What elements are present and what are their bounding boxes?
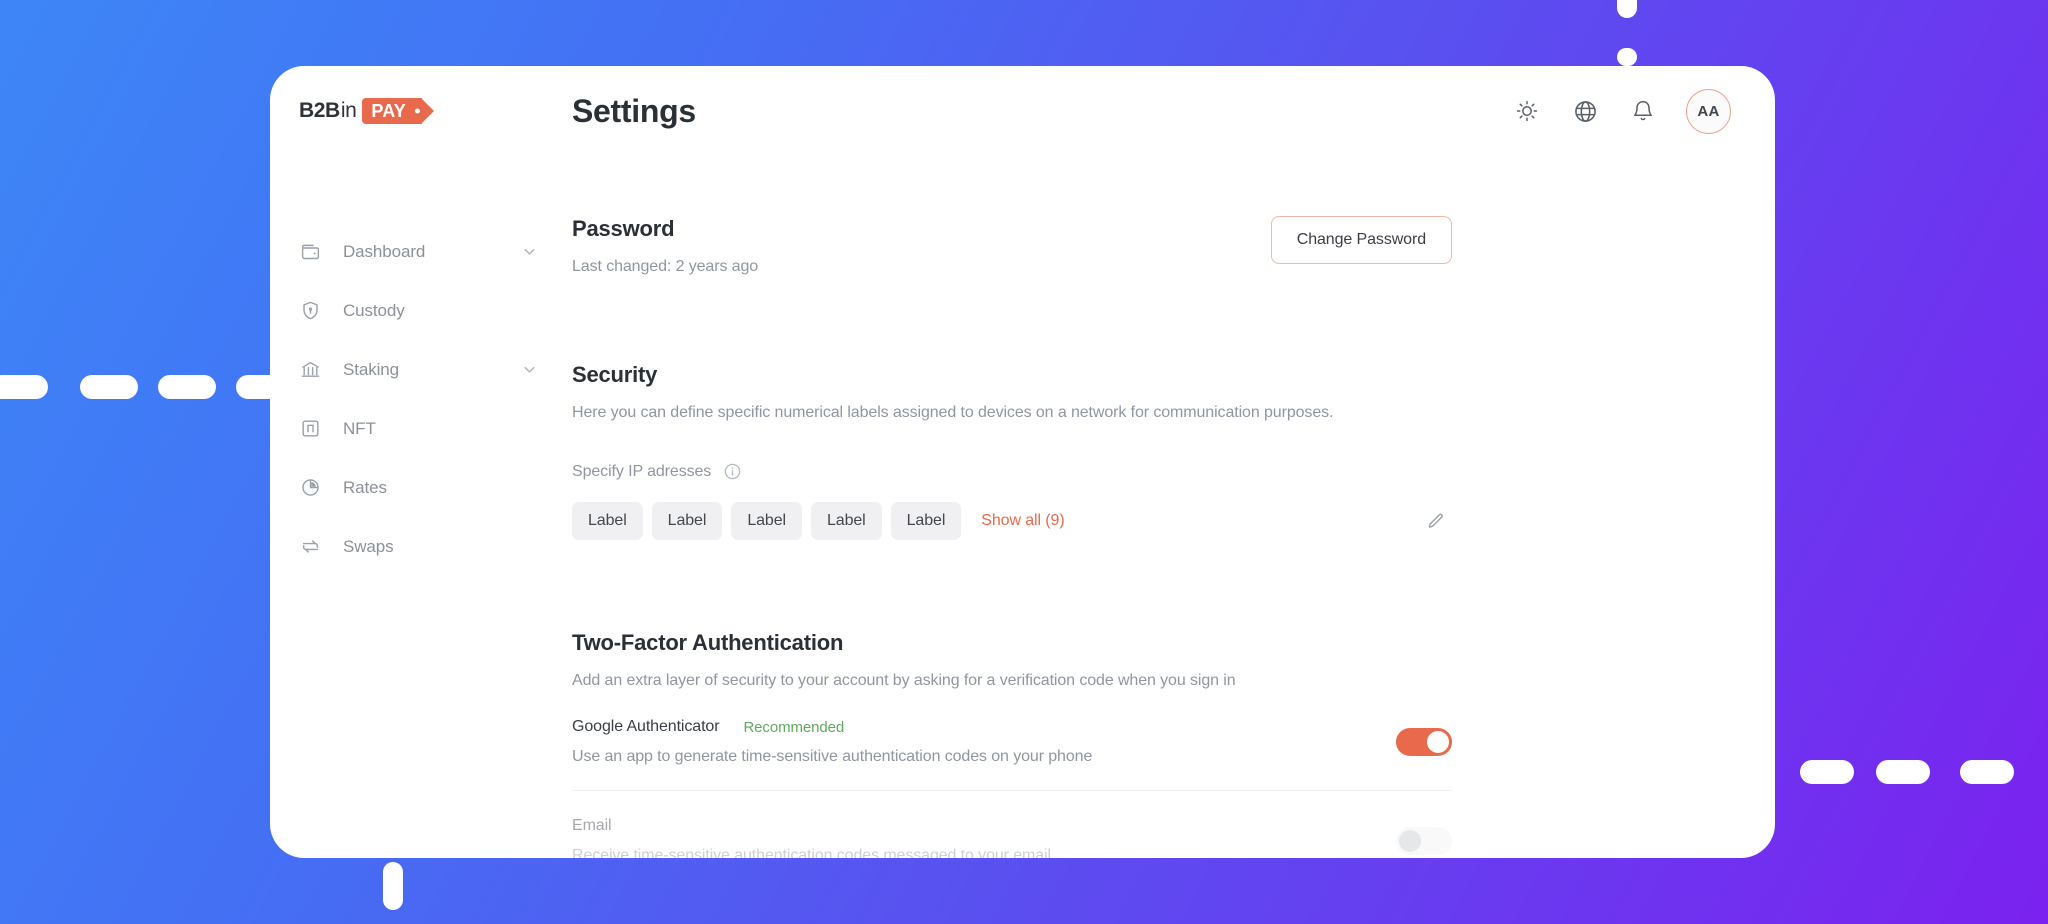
google-authenticator-toggle[interactable] (1396, 728, 1452, 756)
ip-addresses-field-header: Specify IP adresses (572, 462, 1452, 481)
password-section-title: Password (572, 216, 675, 241)
notifications-icon[interactable] (1628, 96, 1658, 126)
chevron-down-icon[interactable] (521, 243, 538, 260)
info-icon[interactable] (723, 462, 742, 481)
ip-chip[interactable]: Label (810, 502, 882, 540)
sidebar-item-swaps[interactable]: Swaps (270, 517, 572, 576)
sidebar-item-label: Swaps (343, 536, 394, 556)
pie-chart-icon (299, 477, 321, 499)
wallet-icon (299, 241, 321, 263)
sidebar: Dashboard Custody Staking NFT Rates Swap… (270, 156, 572, 858)
show-all-link[interactable]: Show all (9) (981, 512, 1064, 530)
two-factor-method-description: Use an app to generate time-sensitive au… (572, 748, 1093, 765)
app-window: B2B in PAY Settings AA Dashboard Custody… (270, 66, 1775, 858)
ip-chip[interactable]: Label (890, 502, 962, 540)
security-section-title: Security (572, 362, 658, 387)
logo-dot-icon (414, 108, 420, 114)
chevron-down-icon[interactable] (521, 361, 538, 378)
sidebar-item-label: Rates (343, 477, 387, 497)
pencil-icon[interactable] (1425, 511, 1452, 532)
decor-dash-right-1 (1800, 760, 1854, 784)
main-content: Password Last changed: 2 years ago Chang… (572, 156, 1775, 858)
two-factor-section-description: Add an extra layer of security to your a… (572, 672, 1236, 689)
sidebar-item-nft[interactable]: NFT (270, 399, 572, 458)
two-factor-section: Two-Factor Authentication Add an extra l… (572, 630, 1452, 858)
ip-chip[interactable]: Label (651, 502, 723, 540)
page-title: Settings (572, 92, 696, 129)
sidebar-item-label: Staking (343, 359, 400, 379)
logo-text-b2b: B2B (299, 99, 340, 122)
decor-dash-left-3 (158, 375, 216, 399)
toggle-knob (1427, 731, 1449, 753)
toggle-knob (1399, 830, 1421, 852)
theme-toggle-icon[interactable] (1512, 96, 1542, 126)
decor-dash-right-3 (1960, 760, 2014, 784)
sidebar-item-custody[interactable]: Custody (270, 281, 572, 340)
ip-addresses-label: Specify IP adresses (572, 462, 712, 480)
ip-chip[interactable]: Label (731, 502, 802, 540)
decor-pill-top (1617, 0, 1637, 18)
decor-pill-bottom (383, 862, 403, 910)
shield-icon (299, 300, 321, 322)
swap-arrows-icon (299, 536, 321, 558)
app-body: Dashboard Custody Staking NFT Rates Swap… (270, 156, 1775, 858)
decor-dash-right-2 (1876, 760, 1930, 784)
ip-label-chips: Label Label Label Label Label Show all (… (572, 502, 1452, 540)
avatar-initials: AA (1697, 102, 1720, 120)
bank-icon (299, 359, 321, 381)
sidebar-item-dashboard[interactable]: Dashboard (270, 222, 572, 281)
email-2fa-toggle[interactable] (1396, 827, 1452, 855)
two-factor-method-row: Email Receive time-sensitive authenticat… (572, 791, 1452, 858)
security-section-description: Here you can define specific numerical l… (572, 404, 1334, 421)
avatar[interactable]: AA (1686, 88, 1731, 134)
security-section: Security Here you can define specific nu… (572, 362, 1452, 540)
password-last-changed: Last changed: 2 years ago (572, 258, 759, 275)
logo-tag-text: PAY (371, 100, 406, 121)
decor-pill-top-2 (1617, 48, 1637, 66)
two-factor-method-name: Email (572, 817, 612, 834)
language-icon[interactable] (1570, 96, 1600, 126)
recommended-badge: Recommended (743, 718, 845, 736)
two-factor-method-name: Google Authenticator (572, 718, 720, 735)
page-background: B2B in PAY Settings AA Dashboard Custody… (0, 0, 2048, 924)
password-section: Password Last changed: 2 years ago Chang… (572, 216, 1452, 276)
ip-chip[interactable]: Label (572, 502, 643, 540)
sidebar-item-staking[interactable]: Staking (270, 340, 572, 399)
nft-icon (299, 418, 321, 440)
header-actions: AA (1512, 88, 1731, 134)
brand-logo[interactable]: B2B in PAY (270, 98, 572, 124)
sidebar-item-label: Custody (343, 300, 405, 320)
sidebar-item-rates[interactable]: Rates (270, 458, 572, 517)
logo-pay-tag: PAY (362, 98, 434, 124)
logo-text-in: in (340, 99, 357, 122)
change-password-button[interactable]: Change Password (1270, 216, 1452, 264)
app-header: B2B in PAY Settings AA (270, 66, 1775, 156)
sidebar-item-label: Dashboard (343, 241, 426, 261)
two-factor-section-title: Two-Factor Authentication (572, 630, 844, 655)
sidebar-item-label: NFT (343, 418, 376, 438)
two-factor-method-description: Receive time-sensitive authentication co… (572, 847, 1051, 858)
decor-dash-left-1 (0, 375, 48, 399)
two-factor-method-row: Google Authenticator Recommended Use an … (572, 690, 1452, 791)
decor-dash-left-2 (80, 375, 138, 399)
